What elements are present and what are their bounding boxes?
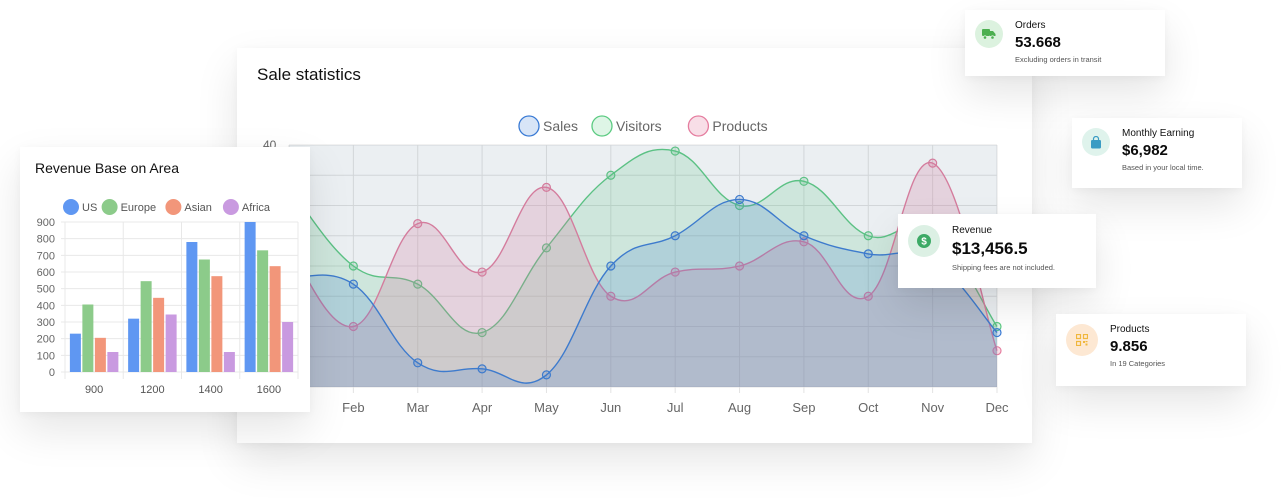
x-tick-label: Jun (600, 400, 621, 415)
x-tick-label: 1400 (198, 384, 222, 396)
revenue-icon-circle: $ (908, 225, 940, 257)
dollar-icon: $ (917, 234, 931, 248)
x-tick-label: Jul (667, 400, 684, 415)
legend-label: Asian (184, 202, 212, 214)
x-tick-label: Mar (407, 400, 430, 415)
legend-label: Products (712, 118, 767, 134)
x-tick-label: May (534, 400, 559, 415)
bar-asian (153, 297, 165, 372)
products-value: 9.856 (1110, 338, 1148, 355)
x-tick-label: 1600 (257, 384, 281, 396)
bar-us (69, 333, 81, 372)
revenue-area-chart: 0 100 200 300 400 500 600 700 800 900 900 1200 1400 1… (37, 199, 299, 396)
qr-code-icon (1076, 334, 1088, 346)
revenue-stat-card: $ Revenue $13,456.5 Shipping fees are no… (898, 214, 1096, 288)
x-tick-label: Dec (985, 400, 1009, 415)
legend-swatch (165, 199, 182, 215)
bar-europe (198, 259, 210, 372)
bar-asian (211, 276, 223, 372)
bar-africa (282, 322, 294, 372)
legend-swatch (518, 115, 540, 137)
x-tick-label: Aug (728, 400, 751, 415)
products-icon-circle (1066, 324, 1098, 356)
legend-item-us: US (63, 199, 97, 215)
bar-europe (82, 304, 94, 372)
monthly-earning-stat-card: Monthly Earning $6,982 Based in your loc… (1072, 118, 1242, 188)
bar-us (128, 318, 140, 372)
legend-label: Europe (121, 202, 156, 214)
y-tick-label: 100 (37, 350, 55, 362)
bar-asian (269, 266, 281, 372)
y-tick-label: 0 (49, 367, 55, 379)
legend-swatch (222, 199, 239, 215)
legend-item-products: Products (687, 115, 768, 137)
legend-label: Sales (543, 118, 578, 134)
products-note: In 19 Categories (1110, 359, 1166, 368)
revenue-label: Revenue (952, 225, 993, 236)
earning-value: $6,982 (1122, 142, 1168, 159)
y-tick-label: 600 (37, 267, 55, 279)
svg-text:$: $ (921, 237, 927, 248)
orders-note: Excluding orders in transit (1015, 55, 1102, 64)
bar-africa (165, 314, 177, 372)
y-tick-label: 200 (37, 334, 55, 346)
orders-value: 53.668 (1015, 34, 1061, 51)
y-tick-label: 700 (37, 250, 55, 262)
orders-icon-circle (975, 20, 1003, 48)
y-tick-label: 500 (37, 284, 55, 296)
x-tick-label: Apr (472, 400, 493, 415)
x-tick-label: 900 (85, 384, 103, 396)
legend-swatch (591, 115, 613, 137)
legend-swatch (63, 199, 79, 215)
bar-asian (94, 337, 106, 372)
legend-item-africa: Africa (222, 199, 271, 215)
truck-icon (982, 29, 996, 40)
products-label: Products (1110, 324, 1150, 335)
legend-label: Visitors (616, 118, 662, 134)
bar-africa (223, 352, 235, 372)
bar-us (244, 222, 256, 372)
shopping-bag-icon (1091, 135, 1101, 148)
legend-swatch (687, 115, 710, 137)
x-tick-label: 1200 (140, 384, 164, 396)
legend-item-asian: Asian (165, 199, 212, 215)
revenue-area-card: Revenue Base on Area 0 100 200 300 400 500 600… (20, 147, 310, 412)
legend-item-europe: Europe (101, 199, 156, 215)
x-tick-label: Nov (921, 400, 945, 415)
earning-note: Based in your local time. (1122, 163, 1204, 172)
legend-item-sales: Sales (518, 115, 578, 137)
legend-label: Africa (242, 202, 271, 214)
bar-africa (107, 352, 119, 372)
bar-us (186, 242, 198, 372)
legend-item-visitors: Visitors (591, 115, 662, 137)
legend-swatch (101, 199, 118, 215)
y-tick-label: 300 (37, 317, 55, 329)
revenue-note: Shipping fees are not included. (952, 263, 1055, 272)
x-tick-label: Feb (342, 400, 364, 415)
orders-label: Orders (1015, 20, 1046, 31)
x-tick-label: Oct (858, 400, 879, 415)
y-tick-label: 900 (37, 217, 55, 229)
bar-europe (140, 281, 152, 372)
legend-label: US (82, 202, 97, 214)
revenue-value: $13,456.5 (952, 239, 1028, 258)
y-tick-label: 400 (37, 300, 55, 312)
orders-stat-card: Orders 53.668 Excluding orders in transi… (965, 10, 1165, 76)
y-tick-label: 800 (37, 234, 55, 246)
earning-label: Monthly Earning (1122, 128, 1195, 139)
x-tick-label: Sep (792, 400, 815, 415)
products-stat-card: Products 9.856 In 19 Categories (1056, 314, 1246, 386)
bar-europe (257, 250, 269, 372)
plot-shade (289, 145, 997, 387)
earning-icon-circle (1082, 128, 1110, 156)
